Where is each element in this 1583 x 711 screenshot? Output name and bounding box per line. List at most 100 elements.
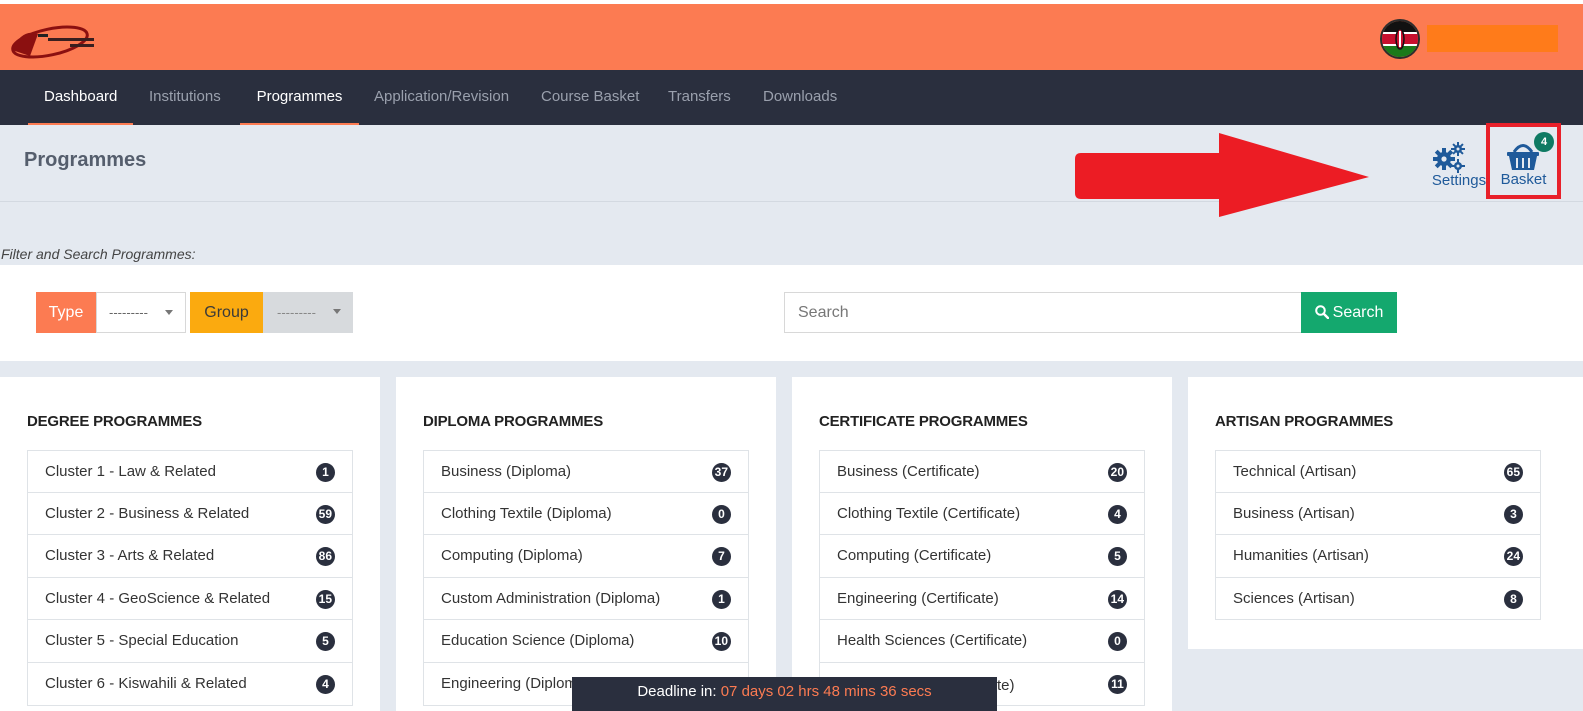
count-badge: 10 [711, 632, 731, 652]
list-item[interactable]: Cluster 6 - Kiswahili & Related 4 [27, 662, 353, 706]
count-badge: 1 [316, 463, 335, 482]
list-item-label: Engineering (Certificate) [837, 589, 999, 607]
deadline-label: Deadline in: [637, 683, 717, 700]
list-item[interactable]: Business (Artisan) 3 [1215, 492, 1541, 536]
group-filter-label: Group [190, 292, 263, 333]
list-item[interactable]: Clothing Textile (Diploma) 0 [423, 492, 749, 536]
list-item[interactable]: Cluster 1 - Law & Related 1 [27, 450, 353, 493]
count-badge: 65 [1503, 463, 1523, 482]
chevron-down-icon [165, 310, 173, 315]
main-nav: Dashboard Institutions Programmes Applic… [0, 70, 1583, 125]
list-item-label: Education Science (Diploma) [441, 632, 635, 650]
group-select-value: --------- [277, 305, 316, 320]
list-item[interactable]: Cluster 5 - Special Education 5 [27, 620, 353, 663]
basket-button[interactable]: 4 Basket [1486, 123, 1561, 199]
count-badge: 15 [315, 589, 335, 609]
list-item-label: Computing (Diploma) [441, 547, 583, 565]
nav-dashboard[interactable]: Dashboard [28, 70, 133, 125]
filter-caption: Filter and Search Programmes: [1, 246, 196, 262]
card-title: DEGREE PROGRAMMES [27, 413, 202, 430]
page-header: Programmes Settings 4 Basket [0, 123, 1583, 217]
page-title: Programmes [24, 149, 147, 171]
top-bar [0, 4, 1583, 70]
basket-label: Basket [1500, 171, 1547, 188]
nav-application-revision[interactable]: Application/Revision [358, 70, 525, 125]
list-item-label: Health Sciences (Certificate) [837, 632, 1028, 650]
list-item[interactable]: Engineering (Certificate) 14 [819, 577, 1145, 621]
list-item-label: Business (Diploma) [441, 463, 572, 480]
list-item-label: Cluster 1 - Law & Related [45, 463, 216, 480]
programme-list: Business (Certificate) 20 Clothing Textil… [819, 450, 1145, 706]
count-badge: 7 [712, 547, 731, 567]
gears-icon [1433, 142, 1465, 173]
count-badge: 8 [1504, 589, 1523, 609]
list-item[interactable]: Computing (Diploma) 7 [423, 535, 749, 578]
nav-transfers[interactable]: Transfers [652, 70, 747, 125]
count-badge: 0 [1108, 632, 1127, 652]
deadline-banner: Deadline in: 07 days 02 hrs 48 mins 36 s… [572, 677, 997, 711]
list-item[interactable]: Cluster 4 - GeoScience & Related 15 [27, 577, 353, 621]
list-item[interactable]: Computing (Certificate) 5 [819, 535, 1145, 578]
settings-button[interactable]: Settings [1430, 141, 1488, 191]
type-select[interactable]: --------- [96, 292, 186, 333]
list-item[interactable]: Education Science (Diploma) 10 [423, 620, 749, 663]
search-button[interactable]: Search [1301, 292, 1397, 333]
search-icon [1314, 304, 1329, 319]
count-badge: 5 [1108, 547, 1127, 567]
group-select[interactable]: --------- [263, 292, 353, 333]
kenya-flag-avatar[interactable] [1380, 19, 1420, 59]
list-item-label: Business (Artisan) [1233, 504, 1355, 522]
list-item-label: Cluster 5 - Special Education [45, 632, 239, 650]
obscured-row-fragment: te) [997, 677, 1015, 694]
list-item-label: Humanities (Artisan) [1233, 547, 1369, 565]
basket-count-badge: 4 [1534, 132, 1554, 152]
list-item[interactable]: Cluster 2 - Business & Related 59 [27, 492, 353, 536]
list-item[interactable]: Business (Certificate) 20 [819, 450, 1145, 493]
count-badge: 11 [1108, 674, 1127, 694]
count-badge: 86 [315, 547, 335, 567]
list-item[interactable]: Humanities (Artisan) 24 [1215, 535, 1541, 578]
programme-list: Technical (Artisan) 65 Business (Artisan)… [1215, 450, 1541, 621]
list-item-label: Engineering (Diplom [441, 674, 577, 692]
list-item-label: Computing (Certificate) [837, 547, 992, 565]
chevron-down-icon [333, 309, 341, 314]
card-title: DIPLOMA PROGRAMMES [423, 413, 604, 430]
list-item-label: Cluster 4 - GeoScience & Related [45, 589, 271, 607]
search-button-label: Search [1332, 303, 1384, 321]
certificate-programmes-card: CERTIFICATE PROGRAMMES Business (Certifi… [792, 377, 1172, 711]
filter-bar: Type --------- Group --------- Search [0, 265, 1583, 361]
card-title: ARTISAN PROGRAMMES [1215, 413, 1394, 430]
count-badge: 37 [711, 463, 731, 482]
degree-programmes-card: DEGREE PROGRAMMES Cluster 1 - Law & Rela… [0, 377, 380, 711]
nav-programmes[interactable]: Programmes [240, 70, 359, 125]
user-name-chip[interactable] [1427, 25, 1558, 52]
list-item-label: Business (Certificate) [837, 463, 980, 480]
deadline-countdown: 07 days 02 hrs 48 mins 36 secs [720, 683, 932, 700]
nav-institutions[interactable]: Institutions [133, 70, 237, 125]
list-item[interactable]: Sciences (Artisan) 8 [1215, 577, 1541, 621]
list-item[interactable]: Technical (Artisan) 65 [1215, 450, 1541, 493]
count-badge: 14 [1107, 589, 1127, 609]
list-item-label: Technical (Artisan) [1233, 463, 1357, 480]
site-logo[interactable] [8, 20, 98, 64]
programme-list: Cluster 1 - Law & Related 1 Cluster 2 - B… [27, 450, 353, 706]
list-item[interactable]: Business (Diploma) 37 [423, 450, 749, 493]
list-item-label: Cluster 6 - Kiswahili & Related [45, 674, 247, 692]
nav-downloads[interactable]: Downloads [747, 70, 853, 125]
artisan-programmes-card: ARTISAN PROGRAMMES Technical (Artisan) 65… [1188, 377, 1583, 649]
list-item[interactable]: Custom Administration (Diploma) 1 [423, 577, 749, 621]
count-badge: 5 [316, 632, 335, 652]
nav-course-basket[interactable]: Course Basket [525, 70, 655, 125]
count-badge: 24 [1503, 547, 1523, 567]
list-item-label: Clothing Textile (Diploma) [441, 504, 612, 522]
list-item-label: Sciences (Artisan) [1233, 589, 1355, 607]
list-item-label: Cluster 3 - Arts & Related [45, 547, 215, 565]
red-arrow-annotation [1075, 133, 1369, 217]
list-item-label: Custom Administration (Diploma) [441, 589, 661, 607]
search-input[interactable] [784, 292, 1302, 333]
list-item[interactable]: Cluster 3 - Arts & Related 86 [27, 535, 353, 578]
list-item[interactable]: Clothing Textile (Certificate) 4 [819, 492, 1145, 536]
list-item[interactable]: Health Sciences (Certificate) 0 [819, 620, 1145, 663]
diploma-programmes-card: DIPLOMA PROGRAMMES Business (Diploma) 37 … [396, 377, 776, 711]
count-badge: 4 [316, 674, 335, 694]
